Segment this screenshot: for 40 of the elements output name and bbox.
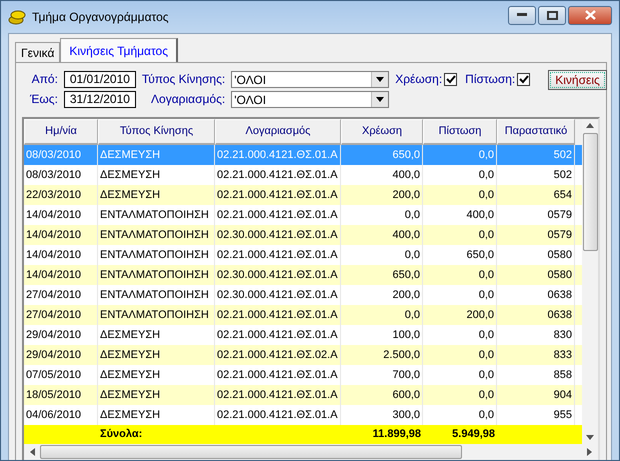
account-label: Λογαριασμός:	[151, 91, 226, 108]
total-credit: 5.949,98	[451, 427, 496, 442]
date-field[interactable]: 31/12/2010	[64, 91, 136, 108]
minimize-button[interactable]	[508, 6, 536, 24]
movement-type-label: Τύπος Κίνησης:	[142, 71, 226, 88]
scroll-down-icon[interactable]	[586, 435, 594, 440]
window-title: Τμήμα Οργανογράμματος	[32, 10, 169, 24]
minimize-icon	[517, 13, 527, 17]
totals-label: Σύνολα:	[99, 427, 144, 442]
close-button[interactable]	[568, 6, 612, 24]
debit-checkbox[interactable]	[444, 73, 458, 86]
to-label: Έως:	[30, 91, 58, 108]
debit-label: Χρέωση:	[395, 71, 442, 88]
table-row[interactable]: 14/04/2010 ΕΝΤΑΛΜΑΤΟΠΟΙΗΣΗ 02.30.000.4121.ΘΣ.01.Α 650,0 0,0 0580	[24, 265, 582, 285]
table-row[interactable]: 22/03/2010 ΔΕΣΜΕΥΣΗ 02.21.000.4121.ΘΣ.01.Α 200,0 0,0 654	[24, 185, 582, 205]
tab[interactable]: Γενικά	[15, 42, 60, 62]
table-row[interactable]: 14/04/2010 ΕΝΤΑΛΜΑΤΟΠΟΙΗΣΗ 02.30.000.4121.ΘΣ.01.Α 400,0 0,0 0579	[24, 225, 582, 245]
credit-checkbox[interactable]	[517, 73, 530, 86]
table-row[interactable]: 27/04/2010 ΕΝΤΑΛΜΑΤΟΠΟΙΗΣΗ 02.21.000.4121.ΘΣ.01.Α 0,0 200,0 0638	[24, 305, 582, 325]
scroll-left-icon[interactable]	[30, 448, 35, 456]
coins-icon	[8, 9, 26, 25]
scroll-up-icon[interactable]	[586, 123, 594, 128]
movement-type-dropdown[interactable]: 'ΟΛΟΙ	[231, 71, 390, 88]
tab[interactable]: Κινήσεις Τμήματος	[60, 38, 178, 62]
scroll-right-icon[interactable]	[587, 448, 592, 456]
total-debit: 11.899,98	[372, 427, 422, 442]
dropdown-arrow-icon	[376, 77, 384, 82]
dropdown-arrow-icon	[376, 97, 384, 102]
vertical-scrollbar[interactable]	[582, 119, 598, 444]
horizontal-scrollbar[interactable]	[24, 444, 598, 460]
maximize-button[interactable]	[538, 6, 566, 24]
date-field[interactable]: 01/01/2010	[64, 71, 136, 88]
close-icon	[584, 10, 596, 20]
maximize-icon	[546, 10, 558, 20]
credit-label: Πίστωση:	[465, 71, 516, 88]
from-label: Από:	[32, 71, 58, 88]
movements-button[interactable]: Κινήσεις	[548, 70, 607, 90]
table-row[interactable]: 29/04/2010 ΔΕΣΜΕΥΣΗ 02.21.000.4121.ΘΣ.02.Α 2.500,0 0,0 833	[24, 345, 582, 365]
table-row[interactable]: 18/05/2010 ΔΕΣΜΕΥΣΗ 02.21.000.4121.ΘΣ.01.Α 600,0 0,0 904	[24, 385, 582, 405]
account-dropdown[interactable]: 'ΟΛΟΙ	[231, 91, 390, 108]
